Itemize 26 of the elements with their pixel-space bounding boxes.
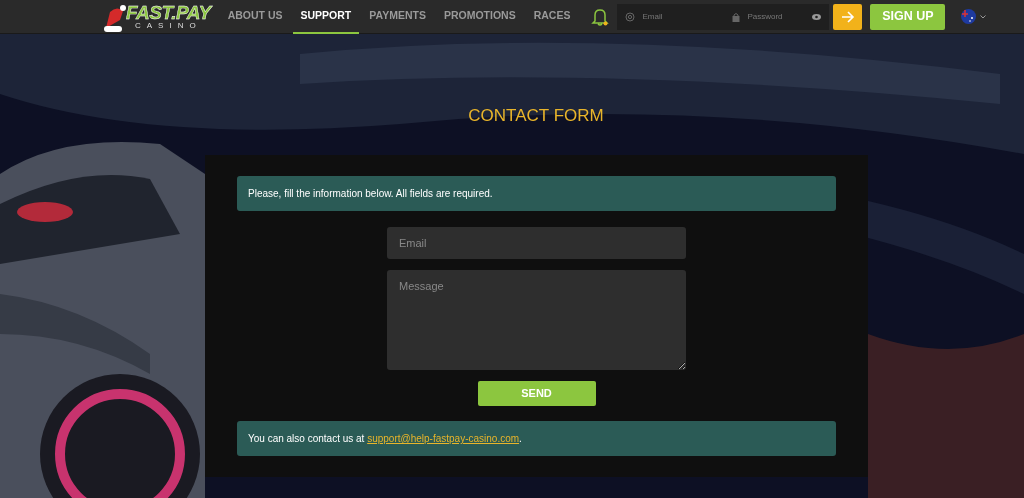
password-field[interactable]: Password [724, 3, 830, 30]
login-button[interactable] [833, 3, 863, 30]
email-input[interactable]: Email [387, 227, 686, 259]
contact-message: You can also contact us at support@help-fastpay-casino.com. [237, 421, 836, 456]
language-selector[interactable] [961, 9, 987, 24]
nav-link[interactable]: RACES [525, 0, 579, 34]
santa-hat-icon [104, 3, 126, 34]
at-icon [625, 11, 636, 22]
email-field[interactable]: Email [617, 3, 725, 30]
message-input[interactable]: Message [387, 270, 686, 370]
arrow-right-icon [840, 10, 855, 23]
eye-icon[interactable] [812, 13, 822, 20]
caret-icon [980, 14, 987, 19]
info-message: Please, fill the information below. All fields are required. [237, 176, 836, 211]
nav-link[interactable]: PROMOTIONS [435, 0, 524, 34]
logo[interactable]: FAST.PAY CASINO [104, 0, 211, 34]
email-input[interactable]: Email [640, 9, 711, 24]
password-input[interactable]: Password [745, 9, 806, 24]
lock-icon [732, 11, 741, 22]
flag-icon [961, 9, 977, 24]
nav-link[interactable]: ABOUT US [219, 0, 291, 34]
nav-link[interactable]: PAYMENTS [361, 0, 434, 34]
bell-icon[interactable] [591, 6, 610, 27]
page-title: CONTACT FORM [467, 106, 605, 127]
logo-subtitle: CASINO [135, 21, 202, 30]
logo-title: FAST.PAY [126, 2, 211, 22]
